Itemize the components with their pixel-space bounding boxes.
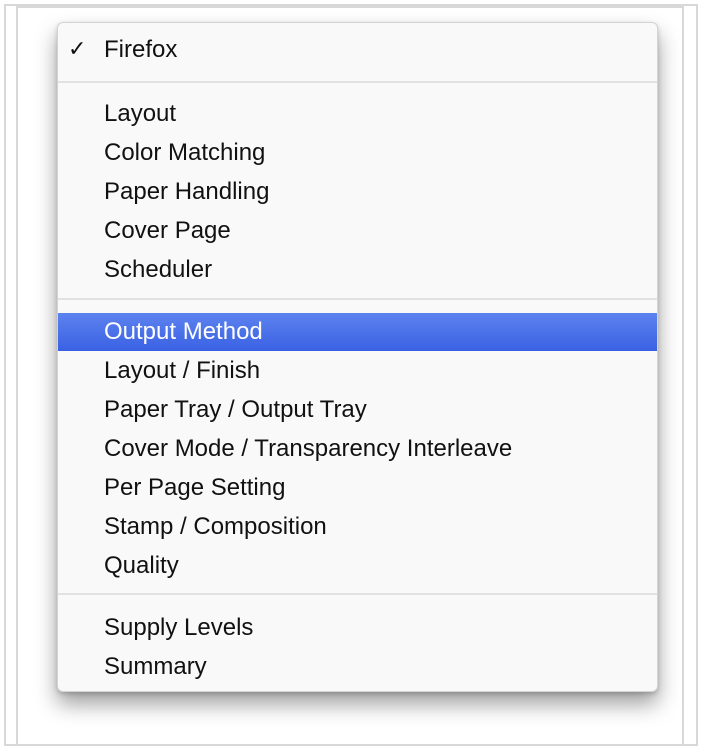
- print-options-popup-menu: ✓ Firefox Layout Color Matching Paper Ha…: [57, 22, 658, 692]
- menu-item-paper-handling[interactable]: Paper Handling: [58, 173, 657, 211]
- menu-item-cover-mode-transparency-interleave[interactable]: Cover Mode / Transparency Interleave: [58, 430, 657, 468]
- menu-item-layout[interactable]: Layout: [58, 95, 657, 133]
- menu-item-supply-levels[interactable]: Supply Levels: [58, 609, 657, 647]
- menu-item-color-matching[interactable]: Color Matching: [58, 134, 657, 172]
- checkmark-icon: ✓: [68, 37, 87, 62]
- menu-separator: [58, 298, 657, 300]
- menu-item-firefox[interactable]: ✓ Firefox: [58, 31, 657, 69]
- menu-item-summary[interactable]: Summary: [58, 648, 657, 686]
- menu-item-label: Firefox: [104, 36, 178, 63]
- menu-separator: [58, 593, 657, 595]
- menu-item-per-page-setting[interactable]: Per Page Setting: [58, 469, 657, 507]
- menu-item-layout-finish[interactable]: Layout / Finish: [58, 352, 657, 390]
- menu-item-paper-tray-output-tray[interactable]: Paper Tray / Output Tray: [58, 391, 657, 429]
- menu-separator: [58, 81, 657, 83]
- menu-item-scheduler[interactable]: Scheduler: [58, 251, 657, 289]
- menu-item-quality[interactable]: Quality: [58, 547, 657, 585]
- menu-item-stamp-composition[interactable]: Stamp / Composition: [58, 508, 657, 546]
- menu-item-cover-page[interactable]: Cover Page: [58, 212, 657, 250]
- menu-item-output-method[interactable]: Output Method: [58, 313, 657, 351]
